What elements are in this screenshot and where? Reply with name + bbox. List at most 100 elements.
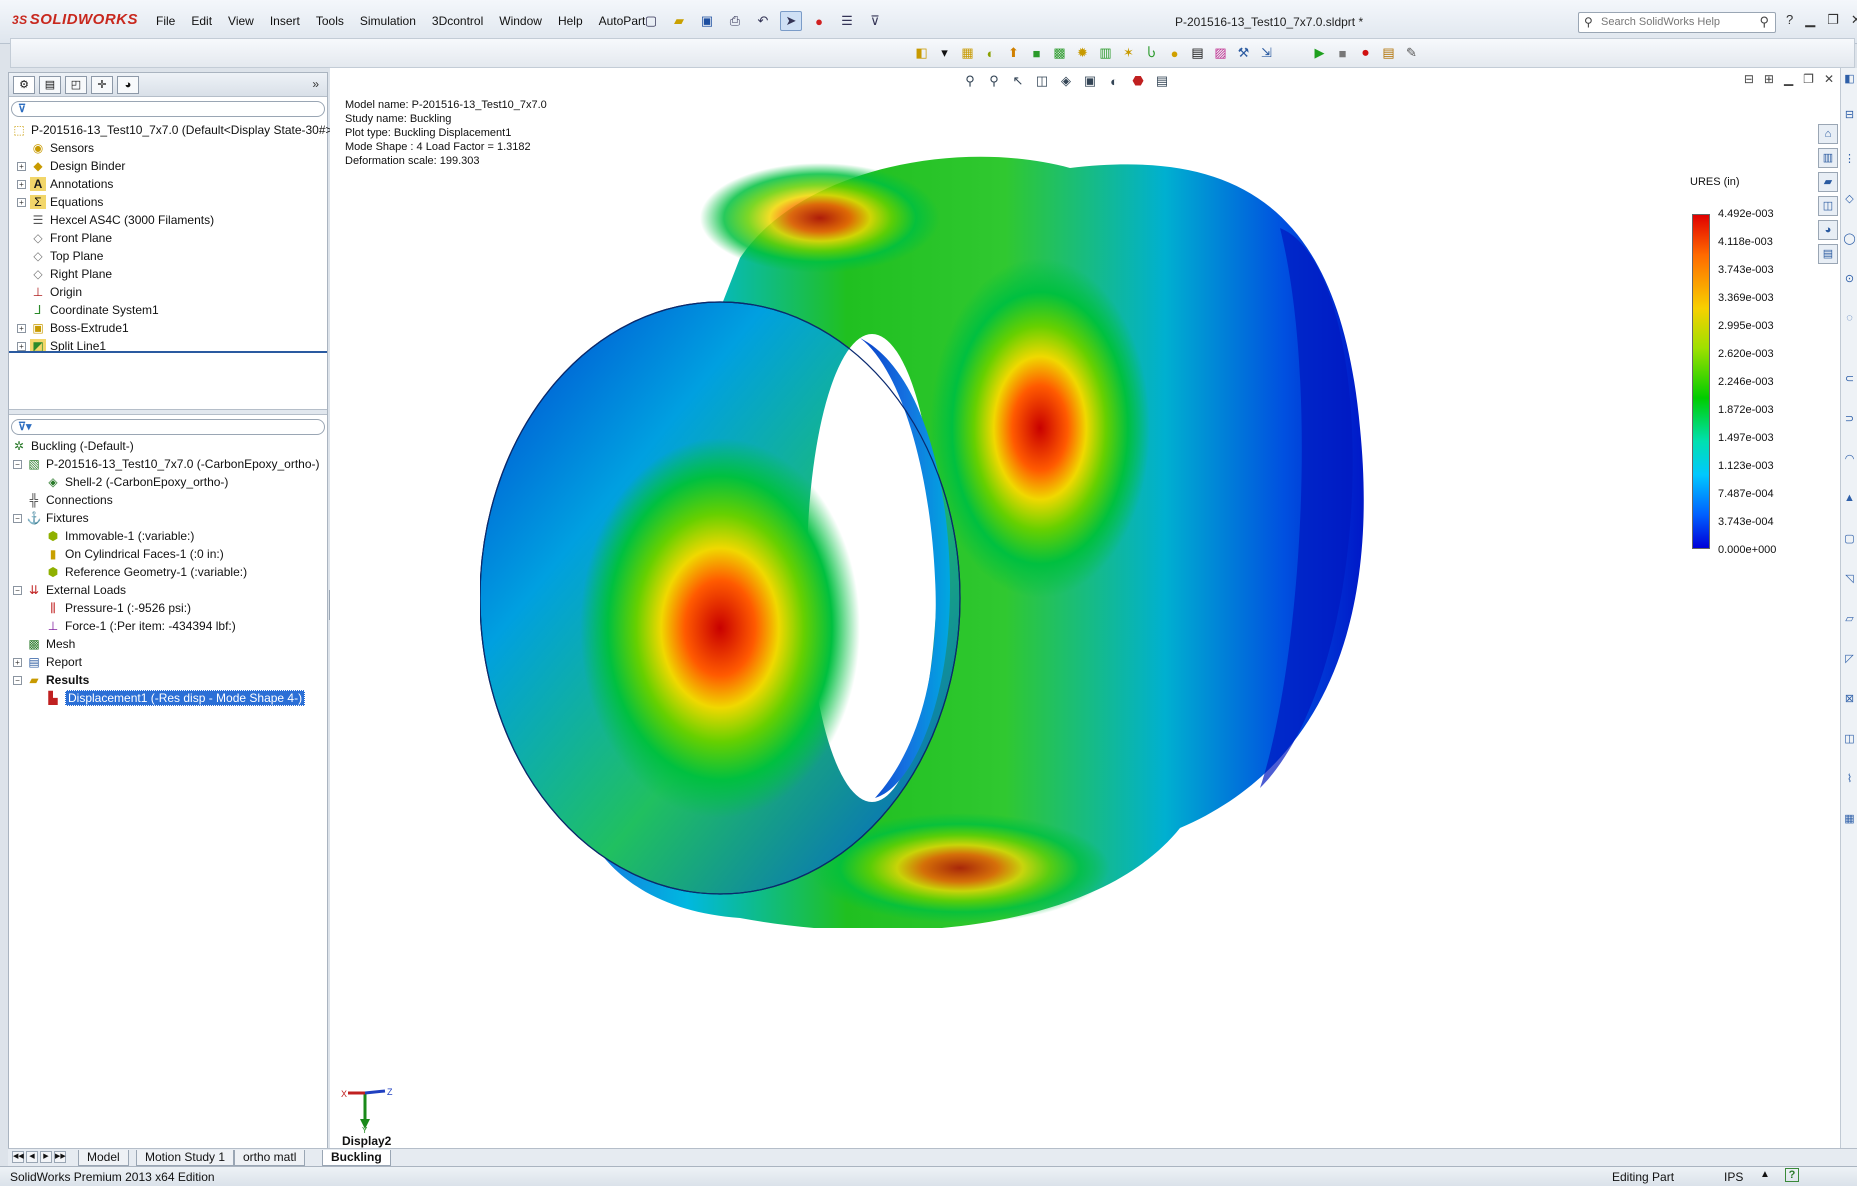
tree-item-front-plane[interactable]: ◇ Front Plane — [17, 229, 112, 247]
loads-icon[interactable]: ◐ — [980, 43, 1001, 63]
previous-view-icon[interactable]: ↖ — [1008, 72, 1028, 90]
menu-3dcontrol[interactable]: 3Dcontrol — [424, 14, 491, 28]
view-orientation-icon[interactable]: ◈ — [1056, 72, 1076, 90]
load-item[interactable]: ⊥ Force-1 (:Per item: -434394 lbf:) — [45, 617, 236, 635]
viewport-minimize-icon[interactable]: ▁ — [1784, 72, 1793, 86]
menu-insert[interactable]: Insert — [262, 14, 308, 28]
solidworks-logo[interactable]: 3S SOLIDWORKS — [12, 11, 138, 28]
strip-tool-icon[interactable]: ◹ — [1842, 572, 1857, 588]
unit-system-button[interactable]: IPS — [1724, 1170, 1743, 1184]
compare-icon[interactable]: ✶ — [1118, 43, 1139, 63]
animation-settings-icon[interactable]: ✎ — [1401, 43, 1422, 63]
study-part[interactable]: − ▧ P-201516-13_Test10_7x7.0 (-CarbonEpox… — [13, 455, 320, 473]
rollback-bar[interactable] — [9, 351, 327, 353]
fixture-item[interactable]: ▮ On Cylindrical Faces-1 (:0 in:) — [45, 545, 224, 563]
feature-tree-filter[interactable]: ⊽ — [11, 101, 325, 117]
deformed-result-icon[interactable]: ● — [1164, 43, 1185, 63]
expand-toggle-icon[interactable]: + — [17, 341, 26, 351]
display-style-icon[interactable]: ▣ — [1080, 72, 1100, 90]
close-icon[interactable]: ✕ — [1851, 12, 1857, 28]
minimize-icon[interactable]: ▁ — [1805, 12, 1815, 28]
strip-tool-icon[interactable]: ⊟ — [1842, 108, 1857, 124]
menu-window[interactable]: Window — [491, 14, 550, 28]
expand-panel-icon[interactable]: » — [312, 77, 319, 91]
tree-item-material[interactable]: ☰ Hexcel AS4C (3000 Filaments) — [17, 211, 214, 229]
results-icon[interactable]: ▥ — [1095, 43, 1116, 63]
fixtures-icon[interactable]: ▦ — [957, 43, 978, 63]
zoom-to-area-icon[interactable]: ⚲ — [984, 72, 1004, 90]
section-view-icon[interactable]: ◫ — [1032, 72, 1052, 90]
collapse-toggle-icon[interactable]: − — [13, 513, 22, 523]
buckling-contour-plot[interactable] — [480, 148, 1540, 928]
custom-properties-icon[interactable]: ▤ — [1818, 244, 1838, 264]
collapse-toggle-icon[interactable]: − — [13, 585, 22, 595]
strip-tool-icon[interactable]: ◇ — [1842, 192, 1857, 208]
expand-toggle-icon[interactable]: + — [17, 179, 26, 189]
expand-toggle-icon[interactable]: + — [17, 161, 26, 171]
viewport-split-icon[interactable]: ⊟ — [1744, 72, 1754, 86]
unit-dropdown-icon[interactable]: ▲ — [1760, 1169, 1770, 1180]
menu-view[interactable]: View — [220, 14, 262, 28]
design-library-icon[interactable]: ▥ — [1818, 148, 1838, 168]
study-connections[interactable]: ╬ Connections — [26, 491, 113, 509]
expand-toggle-icon[interactable]: + — [17, 323, 26, 333]
selection-filter-icon[interactable]: ⊽ — [864, 11, 886, 31]
connections-icon[interactable]: ⬆ — [1003, 43, 1024, 63]
file-explorer-icon[interactable]: ▰ — [1818, 172, 1838, 192]
tree-item-boss-extrude[interactable]: + ▣ Boss-Extrude1 — [17, 319, 129, 337]
study-fixtures[interactable]: − ⚓ Fixtures — [13, 509, 89, 527]
viewport-restore-icon[interactable]: ❐ — [1803, 72, 1814, 86]
display-manager-tab-icon[interactable]: ◕ — [117, 76, 139, 94]
zebra-stripes-icon[interactable]: ▤ — [1187, 43, 1208, 63]
strip-tool-icon[interactable]: ◌ — [1842, 312, 1857, 328]
first-tab-icon[interactable]: ◀◀ — [12, 1151, 24, 1163]
tab-motion-study[interactable]: Motion Study 1 — [136, 1150, 235, 1166]
solidworks-resources-icon[interactable]: ⌂ — [1818, 124, 1838, 144]
fixture-item[interactable]: ⬢ Immovable-1 (:variable:) — [45, 527, 195, 545]
strip-tool-icon[interactable]: ⊂ — [1842, 372, 1857, 388]
tree-item-origin[interactable]: ⊥ Origin — [17, 283, 82, 301]
featuremanager-tab-icon[interactable]: ⚙ — [13, 76, 35, 94]
viewport-close-icon[interactable]: ✕ — [1824, 72, 1834, 86]
fixture-item[interactable]: ⬢ Reference Geometry-1 (:variable:) — [45, 563, 247, 581]
apply-scene-icon[interactable]: ▤ — [1152, 72, 1172, 90]
strip-tool-icon[interactable]: ◫ — [1842, 732, 1857, 748]
tree-item-sensors[interactable]: ◉ Sensors — [17, 139, 94, 157]
menu-simulation[interactable]: Simulation — [352, 14, 424, 28]
strip-tool-icon[interactable]: ◸ — [1842, 652, 1857, 668]
menu-file[interactable]: File — [148, 14, 183, 28]
view-palette-icon[interactable]: ◫ — [1818, 196, 1838, 216]
study-icon[interactable]: ◧ — [911, 43, 932, 63]
study-external-loads[interactable]: − ⇊ External Loads — [13, 581, 126, 599]
menu-edit[interactable]: Edit — [183, 14, 220, 28]
options-icon[interactable]: ☰ — [836, 11, 858, 31]
collapse-toggle-icon[interactable]: − — [13, 675, 22, 685]
menu-tools[interactable]: Tools — [308, 14, 352, 28]
tree-item-design-binder[interactable]: + ◆ Design Binder — [17, 157, 125, 175]
tab-buckling[interactable]: Buckling — [322, 1150, 391, 1166]
study-shell[interactable]: ◈ Shell-2 (-CarbonEpoxy_ortho-) — [45, 473, 228, 491]
strip-tool-icon[interactable]: ◯ — [1842, 232, 1857, 248]
new-document-icon[interactable]: ▢ — [640, 11, 662, 31]
study-report[interactable]: + ▤ Report — [13, 653, 82, 671]
study-dropdown-icon[interactable]: ▾ — [934, 43, 955, 63]
reference-triad-icon[interactable]: X Z Y — [340, 1083, 400, 1133]
strip-tool-icon[interactable]: ▲ — [1842, 492, 1857, 508]
study-tree-filter[interactable]: ⊽▾ — [11, 419, 325, 435]
dimxpert-tab-icon[interactable]: ✛ — [91, 76, 113, 94]
expand-toggle-icon[interactable]: + — [17, 197, 26, 207]
strip-tool-icon[interactable]: ▢ — [1842, 532, 1857, 548]
shell-manager-icon[interactable]: ■ — [1026, 43, 1047, 63]
expand-toggle-icon[interactable]: + — [13, 657, 22, 667]
design-insight-icon[interactable]: Ⴑ — [1141, 43, 1162, 63]
record-icon[interactable]: ⏺ — [1355, 43, 1376, 63]
tree-item-equations[interactable]: + Σ Equations — [17, 193, 103, 211]
open-folder-icon[interactable]: ▰ — [668, 11, 690, 31]
menu-help[interactable]: Help — [550, 14, 591, 28]
configurationmanager-tab-icon[interactable]: ◰ — [65, 76, 87, 94]
next-tab-icon[interactable]: ▶ — [40, 1151, 52, 1163]
help-question-icon[interactable]: ? — [1786, 12, 1793, 28]
print-icon[interactable]: ⎙ — [724, 11, 746, 31]
strip-tool-icon[interactable]: ⋮ — [1842, 152, 1857, 168]
color-map-icon[interactable]: ▨ — [1210, 43, 1231, 63]
